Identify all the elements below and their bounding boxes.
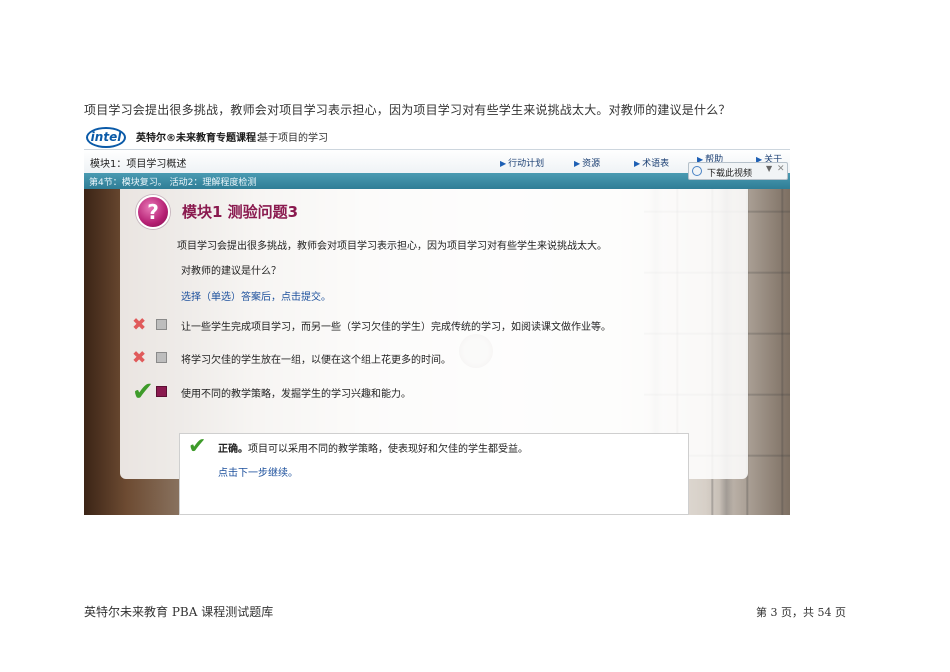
quiz-prompt-line2: 对教师的建议是什么？ [181,266,281,277]
quiz-prompt-line1: 项目学习会提出很多挑战，教师会对项目学习表示担心，因为项目学习对有些学生来说挑战… [177,241,607,252]
check-mark-icon: ✔ [188,434,207,459]
nav-glossary[interactable]: ▶ 术语表 [634,156,669,169]
answer-option-2[interactable]: ✖ 将学习欠佳的学生放在一组，以便在这个组上花更多的时间。 [132,349,752,369]
download-icon [692,166,702,176]
feedback-text: 正确。项目可以采用不同的教学策略，使表现好和欠佳的学生都受益。 [218,440,528,455]
brand-bar: intel 英特尔®未来教育专题课程： 基于项目的学习 [84,125,790,149]
arrow-right-icon: ▶ [500,159,507,168]
module-bar: 模块1：项目学习概述 ▶ 行动计划 ▶ 资源 ▶ 术语表 ▶ 帮助 ▶ 关于 [84,149,790,174]
answer-option-1[interactable]: ✖ 让一些学生完成项目学习，而另一些（学习欠佳的学生）完成传统的学习，如阅读课文… [132,316,752,336]
module-title: 模块1：项目学习概述 [90,159,187,170]
dropdown-icon[interactable]: ▼ [766,164,772,173]
option-text: 使用不同的教学策略，发掘学生的学习兴趣和能力。 [181,389,411,400]
course-screenshot: intel 英特尔®未来教育专题课程： 基于项目的学习 模块1：项目学习概述 ▶… [84,125,790,515]
download-label: 下载此视频 [707,169,753,179]
quiz-hint: 选择（单选）答案后，点击提交。 [181,292,331,303]
answer-checkbox[interactable] [156,352,167,363]
question-icon: ? [136,195,170,229]
intel-logo: intel [86,127,126,148]
check-mark-icon: ✔ [132,377,154,407]
document-question: 项目学习会提出很多挑战，教师会对项目学习表示担心，因为项目学习对有些学生来说挑战… [84,103,731,117]
quiz-title: 模块1 测验问题3 [182,203,299,221]
option-text: 将学习欠佳的学生放在一组，以便在这个组上花更多的时间。 [181,355,451,366]
feedback-box: ✔ 正确。项目可以采用不同的教学策略，使表现好和欠佳的学生都受益。 点击下一步继… [179,433,689,515]
wrong-mark-icon: ✖ [132,315,147,335]
close-icon[interactable]: ✕ [777,164,785,174]
feedback-label: 正确。 [218,444,248,455]
feedback-message: 项目可以采用不同的教学策略，使表现好和欠佳的学生都受益。 [248,444,528,455]
page-number: 第 3 页，共 54 页 [756,606,846,619]
option-text: 让一些学生完成项目学习，而另一些（学习欠佳的学生）完成传统的学习，如阅读课文做作… [181,322,611,333]
answer-option-3[interactable]: ✔ 使用不同的教学策略，发掘学生的学习兴趣和能力。 [132,377,752,407]
nav-resources[interactable]: ▶ 资源 [574,156,600,169]
lesson-bar: 第4节：模块复习。 活动2：理解程度检测 [84,173,790,189]
course-label: 英特尔®未来教育专题课程： [136,133,266,144]
lesson-title: 第4节：模块复习。 活动2：理解程度检测 [89,178,257,188]
footer-title: 英特尔未来教育 PBA 课程测试题库 [84,605,274,619]
answer-checkbox[interactable] [156,319,167,330]
course-name: 基于项目的学习 [258,133,328,144]
wrong-mark-icon: ✖ [132,348,147,368]
nav-action-plan[interactable]: ▶ 行动计划 [500,156,544,169]
answer-checkbox-selected[interactable] [156,386,167,397]
arrow-right-icon: ▶ [574,159,581,168]
arrow-right-icon: ▶ [634,159,641,168]
download-video-button[interactable]: 下载此视频 ▼ ✕ [688,162,788,180]
next-step-link[interactable]: 点击下一步继续。 [218,464,298,479]
